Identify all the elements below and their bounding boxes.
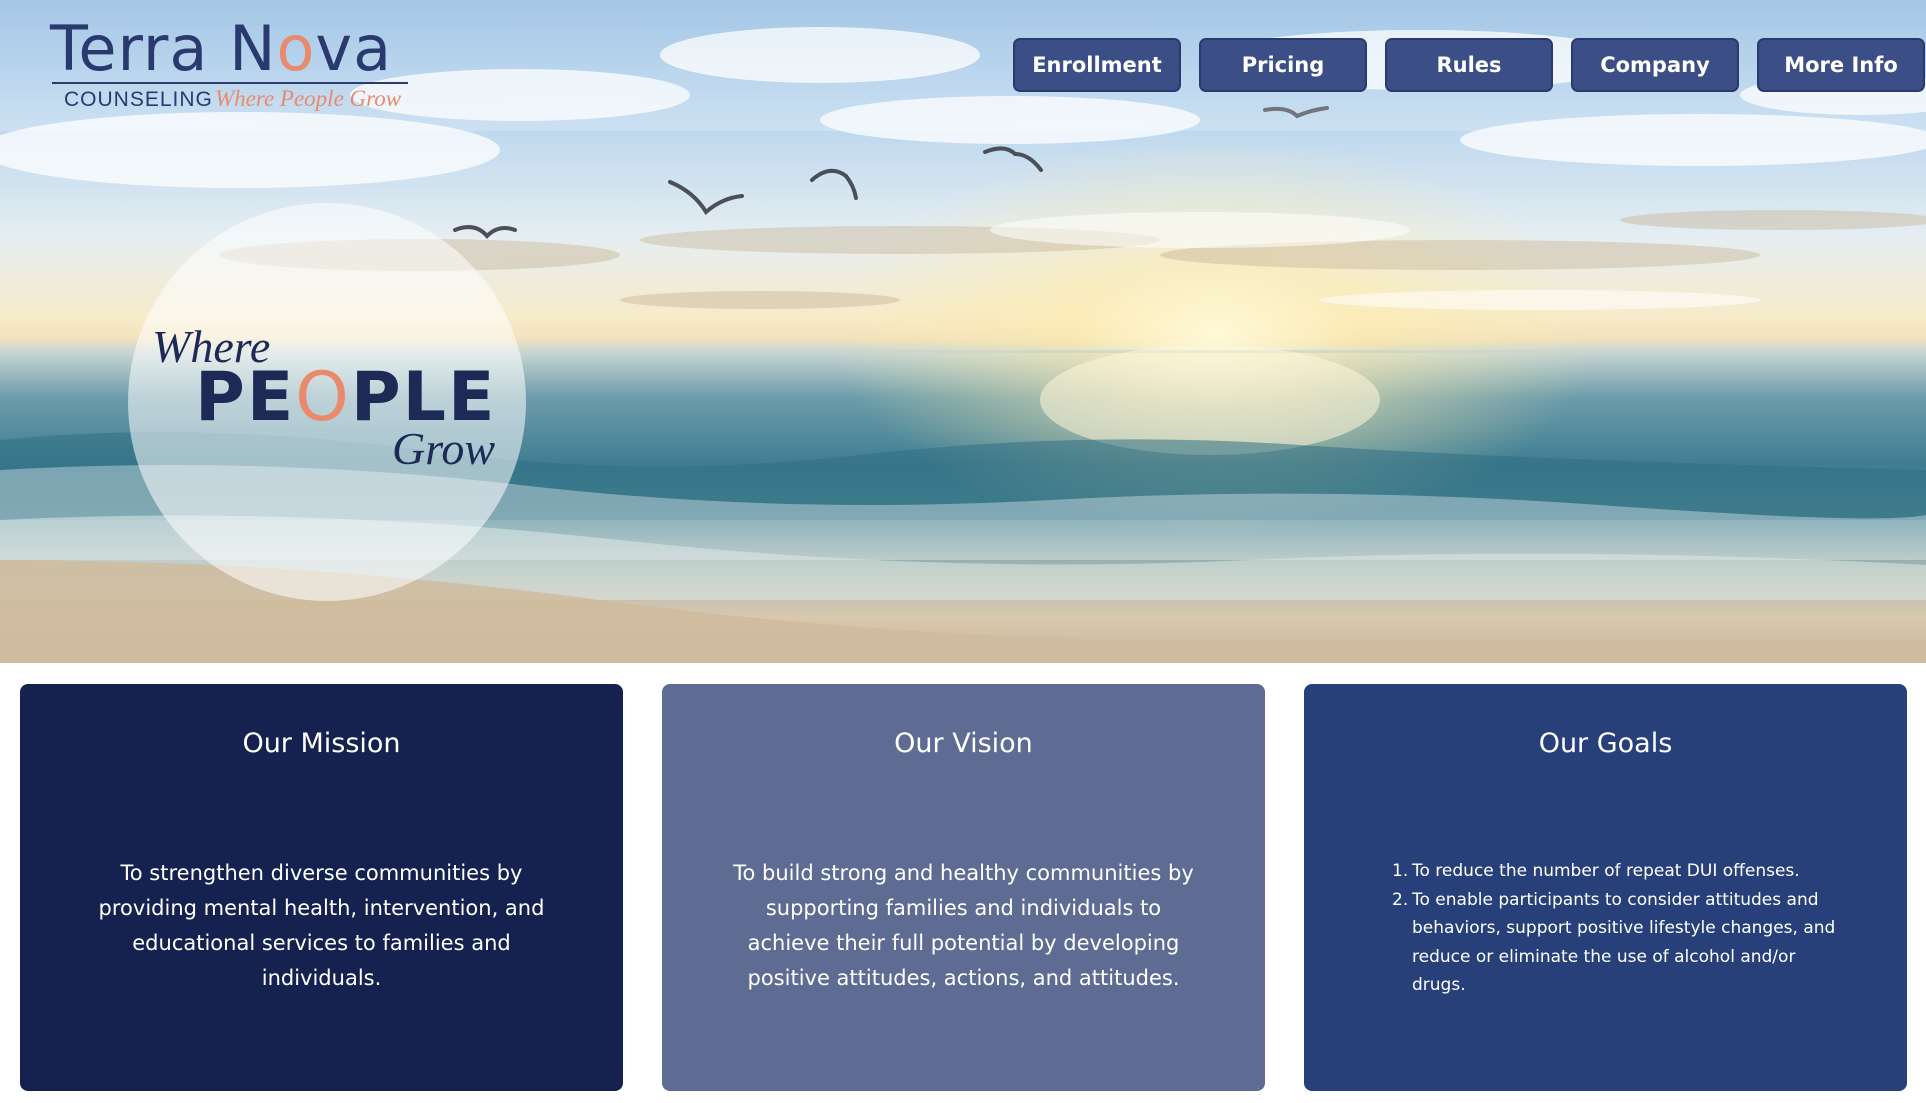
goals-list: 1. To reduce the number of repeat DUI of… <box>1392 857 1851 1000</box>
goal-text: To reduce the number of repeat DUI offen… <box>1412 861 1800 881</box>
vision-title: Our Vision <box>894 728 1033 759</box>
goals-list-item: 1. To reduce the number of repeat DUI of… <box>1392 857 1851 886</box>
goals-card: Our Goals 1. To reduce the number of rep… <box>1304 684 1907 1091</box>
vision-card: Our Vision To build strong and healthy c… <box>662 684 1265 1091</box>
badge-grow-text: Grow <box>392 423 496 474</box>
goal-text: To enable participants to consider attit… <box>1412 889 1836 996</box>
nav-enrollment-button[interactable]: Enrollment <box>1013 38 1181 92</box>
hero-banner: Terra Nova COUNSELING Where People Grow … <box>0 0 1926 663</box>
vision-text: To build strong and healthy communities … <box>733 861 1194 990</box>
logo-wordmark: Terra Nova <box>50 12 393 85</box>
goals-list-item: 2. To enable participants to consider at… <box>1392 886 1851 1000</box>
goals-title: Our Goals <box>1538 728 1673 759</box>
nav-pricing-button[interactable]: Pricing <box>1199 38 1367 92</box>
logo-o-mark: o <box>276 12 316 85</box>
logo-divider <box>52 82 408 84</box>
goal-number: 1. <box>1392 861 1409 881</box>
goal-number: 2. <box>1392 889 1409 910</box>
nav-company-button[interactable]: Company <box>1571 38 1739 92</box>
site-logo[interactable]: Terra Nova COUNSELING Where People Grow <box>50 14 420 116</box>
mission-text: To strengthen diverse communities by pro… <box>98 861 545 990</box>
nav-more-info-button[interactable]: More Info <box>1757 38 1925 92</box>
nav-rules-button[interactable]: Rules <box>1385 38 1553 92</box>
mission-title: Our Mission <box>242 728 401 759</box>
mission-card: Our Mission To strengthen diverse commun… <box>20 684 623 1091</box>
badge-o-mark: O <box>295 358 351 437</box>
logo-subtitle: COUNSELING <box>64 88 213 111</box>
logo-tagline: Where People Grow <box>215 86 402 111</box>
